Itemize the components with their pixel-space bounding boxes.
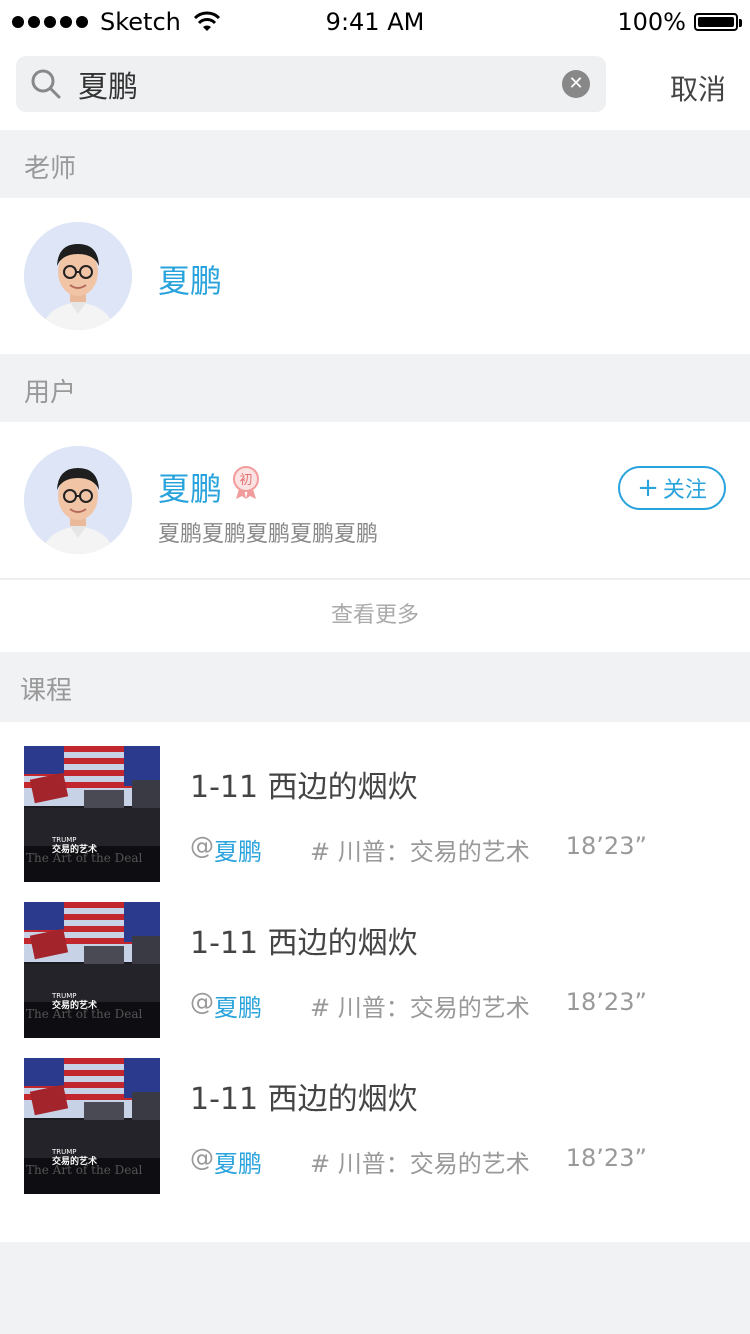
author-at: @ [190,832,214,860]
course-title: 1-11 西边的烟炊 [190,1082,418,1117]
course-title: 1-11 西边的烟炊 [190,926,418,961]
status-bar: Sketch 9:41 AM 100% [0,0,750,44]
course-meta: @ 夏鹏 # 川普：交易的艺术 18’23” [190,1144,647,1179]
search-input[interactable] [78,66,538,102]
badge-label: 初 [239,473,252,488]
cover-text-line3: The Art of the Deal [26,1163,143,1177]
section-header-teacher: 老师 [0,130,750,198]
course-series: # 川普：交易的艺术 [310,838,530,866]
search-results-screen: Sketch 9:41 AM 100% ✕ 取消 老师 [0,0,750,1334]
status-right: 100% [617,8,742,36]
follow-label: 关注 [662,478,707,503]
author-at: @ [190,988,214,1016]
course-item[interactable]: TRUMP 交易的艺术 The Art of the Deal 1-11 西边的… [0,878,750,1038]
author-at: @ [190,1144,214,1172]
follow-button[interactable]: + 关注 [618,466,726,510]
cover-text-line1: TRUMP [51,992,77,1000]
search-icon [31,69,61,99]
section-title: 用户 [24,378,77,408]
course-duration: 18’23” [565,832,647,860]
cover-text-line3: The Art of the Deal [26,1007,143,1021]
level-badge-icon: 初 [233,466,259,499]
section-header-course: 课程 [0,652,750,720]
plus-icon: + [637,473,659,503]
course-author[interactable]: 夏鹏 [214,1144,262,1179]
person-avatar-icon [24,446,132,554]
course-thumbnail: TRUMP 交易的艺术 The Art of the Deal [24,746,160,882]
course-title: 1-11 西边的烟炊 [190,770,418,805]
course-author[interactable]: 夏鹏 [214,988,262,1023]
cover-text-line1: TRUMP [51,836,77,844]
course-list: TRUMP 交易的艺术 The Art of the Deal 1-11 西边的… [0,722,750,1242]
course-thumbnail: TRUMP 交易的艺术 The Art of the Deal [24,1058,160,1194]
course-cover-image: TRUMP 交易的艺术 The Art of the Deal [24,746,160,882]
user-name[interactable]: 夏鹏 [158,464,222,510]
course-cover-image: TRUMP 交易的艺术 The Art of the Deal [24,1058,160,1194]
course-series: # 川普：交易的艺术 [310,1150,530,1178]
course-duration: 18’23” [565,1144,647,1172]
course-cover-image: TRUMP 交易的艺术 The Art of the Deal [24,902,160,1038]
cover-text-line3: The Art of the Deal [26,851,143,865]
cancel-button[interactable]: 取消 [670,68,726,108]
course-meta: @ 夏鹏 # 川普：交易的艺术 18’23” [190,988,647,1023]
teacher-name[interactable]: 夏鹏 [158,256,222,302]
user-description: 夏鹏夏鹏夏鹏夏鹏夏鹏 [158,522,379,547]
avatar [24,446,132,554]
course-thumbnail: TRUMP 交易的艺术 The Art of the Deal [24,902,160,1038]
course-duration: 18’23” [565,988,647,1016]
see-more-link[interactable]: 查看更多 [0,578,750,652]
user-result[interactable]: 夏鹏 初 夏鹏夏鹏夏鹏夏鹏夏鹏 + 关注 [0,422,750,578]
course-meta: @ 夏鹏 # 川普：交易的艺术 18’23” [190,832,647,867]
avatar [24,222,132,330]
course-author[interactable]: 夏鹏 [214,832,262,867]
search-box[interactable]: ✕ [16,56,606,112]
section-header-user: 用户 [0,354,750,422]
course-item[interactable]: TRUMP 交易的艺术 The Art of the Deal 1-11 西边的… [0,1034,750,1194]
cover-text-line1: TRUMP [51,1148,77,1156]
course-item[interactable]: TRUMP 交易的艺术 The Art of the Deal 1-11 西边的… [0,722,750,882]
section-title: 老师 [24,154,77,184]
battery-icon [694,13,742,31]
clear-search-icon[interactable]: ✕ [562,70,590,98]
course-series: # 川普：交易的艺术 [310,994,530,1022]
person-avatar-icon [24,222,132,330]
search-header: ✕ 取消 [0,44,750,130]
teacher-result[interactable]: 夏鹏 [0,198,750,354]
section-title: 课程 [20,676,73,706]
battery-percent: 100% [617,8,686,36]
